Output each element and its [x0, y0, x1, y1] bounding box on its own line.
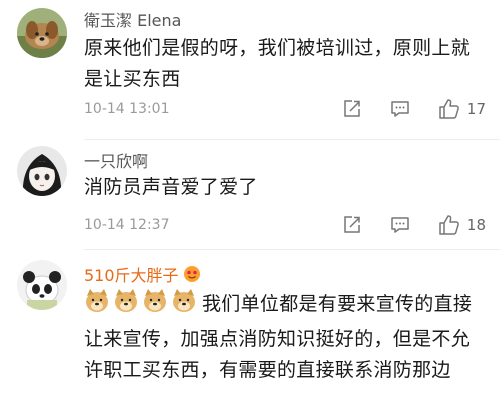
share-icon	[344, 216, 360, 233]
reply-button[interactable]	[390, 99, 410, 119]
panda-avatar-icon	[17, 260, 67, 310]
thumbs-up-icon	[439, 99, 459, 119]
doge-emoji-icon	[86, 289, 195, 312]
comment-text: 我们单位都是有要来宣传的直接让来宣传，加强点消防知识挺好的，但是不允许职工买东西…	[84, 288, 488, 386]
comment-actions: 18	[342, 214, 486, 236]
share-icon	[344, 100, 360, 117]
user-avatar[interactable]	[17, 146, 67, 196]
user-avatar[interactable]	[17, 8, 67, 58]
comment-item: 衛玉潔 Elena 原来他们是假的呀，我们被培训过，原则上就是让买东西 10-1…	[0, 0, 500, 140]
share-button[interactable]	[342, 215, 362, 235]
user-name[interactable]: 一只欣啊	[84, 148, 148, 172]
dog-avatar-icon	[17, 8, 67, 58]
thumbs-up-icon	[439, 215, 459, 235]
like-button[interactable]: 18	[438, 214, 486, 236]
comment-time: 10-14 12:37	[84, 217, 170, 233]
vip-heart-badge-icon	[183, 265, 201, 287]
user-name[interactable]: 510斤大胖子	[84, 262, 201, 287]
reply-button[interactable]	[390, 215, 410, 235]
share-button[interactable]	[342, 99, 362, 119]
like-count: 17	[466, 100, 486, 118]
user-name-text: 510斤大胖子	[84, 266, 179, 285]
anime-girl-avatar-icon	[17, 146, 67, 196]
user-name[interactable]: 衛玉潔 Elena	[84, 7, 181, 31]
like-button[interactable]: 17	[438, 98, 486, 120]
comment-actions: 17	[342, 98, 486, 120]
reply-icon	[391, 217, 409, 233]
like-count: 18	[466, 216, 486, 234]
user-avatar[interactable]	[17, 260, 67, 310]
comment-item: 一只欣啊 消防员声音爱了爱了 10-14 12:37 18	[0, 140, 500, 250]
comment-text: 消防员声音爱了爱了	[84, 176, 258, 198]
reply-icon	[391, 101, 409, 117]
comment-item: 510斤大胖子 我们单位都是有要来宣传的直接让来宣传，加强点消防知识挺好的，但是…	[0, 250, 500, 416]
comment-time: 10-14 13:01	[84, 101, 170, 117]
comment-text: 原来他们是假的呀，我们被培训过，原则上就是让买东西	[84, 37, 471, 90]
emoji-group	[84, 288, 200, 324]
